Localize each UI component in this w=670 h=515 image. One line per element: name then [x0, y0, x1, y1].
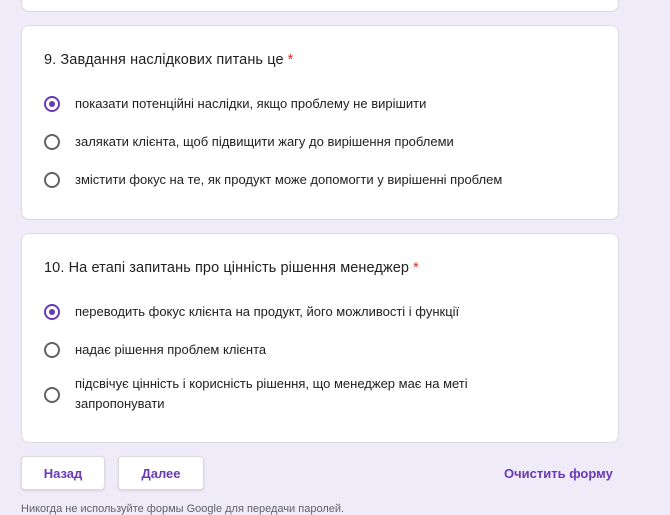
- required-asterisk: *: [413, 260, 419, 276]
- question-card-9: 9. Завдання наслідкових питань це * показ…: [21, 25, 619, 220]
- option-label: переводить фокус клієнта на продукт, йог…: [75, 304, 460, 319]
- question-title-text: 9. Завдання наслідкових питань це: [44, 52, 284, 68]
- question-title: 10. На етапі запитань про цінність рішен…: [44, 260, 419, 276]
- radio-option[interactable]: змістити фокус на те, як продукт може до…: [44, 166, 598, 194]
- radio-button[interactable]: [44, 387, 60, 403]
- question-card-10: 10. На етапі запитань про цінність рішен…: [21, 233, 619, 443]
- radio-button[interactable]: [44, 134, 60, 150]
- next-button[interactable]: Далее: [118, 456, 204, 490]
- radio-option[interactable]: надає рішення проблем клієнта: [44, 336, 598, 364]
- option-label: надає рішення проблем клієнта: [75, 342, 267, 357]
- question-title-text: 10. На етапі запитань про цінність рішен…: [44, 260, 410, 276]
- radio-option[interactable]: залякати клієнта, щоб підвищити жагу до …: [44, 128, 598, 156]
- radio-button[interactable]: [44, 172, 60, 188]
- option-label: показати потенційні наслідки, якщо пробл…: [75, 96, 427, 111]
- radio-button-checked[interactable]: [44, 96, 60, 112]
- required-asterisk: *: [287, 52, 294, 68]
- question-title: 9. Завдання наслідкових питань це *: [44, 52, 293, 68]
- option-label-line2: запропонувати: [75, 396, 165, 411]
- radio-button-checked[interactable]: [44, 304, 60, 320]
- option-label: змістити фокус на те, як продукт може до…: [75, 172, 503, 187]
- radio-button[interactable]: [44, 342, 60, 358]
- option-label: залякати клієнта, щоб підвищити жагу до …: [75, 134, 454, 149]
- radio-option[interactable]: показати потенційні наслідки, якщо пробл…: [44, 90, 598, 118]
- footer-note: Никогда не используйте формы Google для …: [21, 503, 345, 515]
- radio-option[interactable]: переводить фокус клієнта на продукт, йог…: [44, 298, 598, 326]
- clear-form-button[interactable]: Очистить форму: [504, 466, 613, 481]
- previous-question-card: [21, 0, 619, 12]
- option-label-line1: підсвічує цінність і корисність рішення,…: [75, 376, 468, 391]
- back-button[interactable]: Назад: [21, 456, 105, 490]
- option-label: підсвічує цінність і корисність рішення,…: [75, 374, 468, 414]
- radio-option[interactable]: підсвічує цінність і корисність рішення,…: [44, 374, 598, 416]
